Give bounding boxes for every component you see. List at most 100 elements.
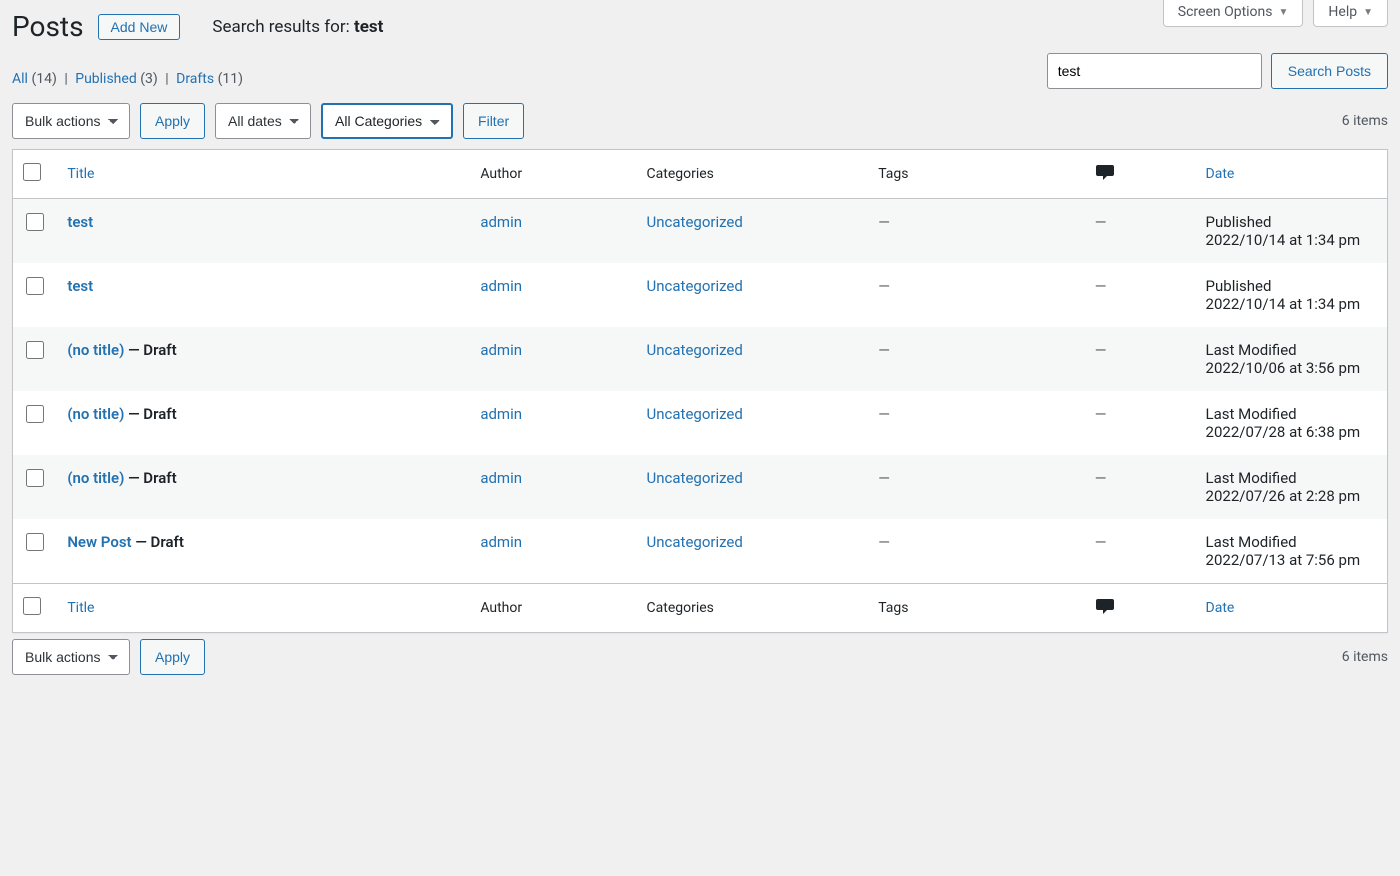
select-all-top[interactable] — [23, 163, 41, 181]
tags-value: — — [878, 341, 890, 359]
date-string: 2022/07/26 at 2:28 pm — [1206, 487, 1361, 505]
row-checkbox[interactable] — [26, 277, 44, 295]
filter-all-count: (14) — [31, 71, 56, 87]
date-status: Published — [1206, 277, 1272, 295]
post-state: Draft — [151, 533, 184, 551]
col-tags: Tags — [878, 166, 908, 182]
col-date[interactable]: Date — [1206, 166, 1235, 182]
date-string: 2022/07/13 at 7:56 pm — [1206, 551, 1361, 569]
comments-value: — — [1095, 533, 1107, 551]
post-title-link[interactable]: New Post — [67, 533, 131, 551]
category-link[interactable]: Uncategorized — [647, 405, 743, 423]
date-filter-select[interactable]: All dates — [215, 103, 311, 139]
comments-value: — — [1095, 405, 1107, 423]
date-string: 2022/10/14 at 1:34 pm — [1206, 295, 1361, 313]
search-results-subtitle: Search results for: test — [212, 17, 383, 37]
author-link[interactable]: admin — [480, 213, 522, 231]
row-checkbox[interactable] — [26, 341, 44, 359]
bulk-actions-select-bottom[interactable]: Bulk actions — [12, 639, 130, 675]
table-row: (no title) — Draft admin Uncategorized —… — [13, 327, 1387, 391]
row-checkbox[interactable] — [26, 533, 44, 551]
filter-all[interactable]: All — [12, 71, 28, 87]
filter-published[interactable]: Published — [75, 71, 136, 87]
col-categories: Categories — [647, 166, 714, 182]
table-row: (no title) — Draft admin Uncategorized —… — [13, 391, 1387, 455]
chevron-down-icon: ▼ — [1279, 7, 1289, 18]
col-date-foot[interactable]: Date — [1206, 600, 1235, 616]
filter-published-count: (3) — [140, 71, 158, 87]
author-link[interactable]: admin — [480, 341, 522, 359]
table-row: test admin Uncategorized — — Published 2… — [13, 199, 1387, 263]
post-state: Draft — [143, 405, 176, 423]
comments-value: — — [1095, 277, 1107, 295]
post-status-filters: All (14) | Published (3) | Drafts (11) — [12, 71, 243, 87]
date-status: Last Modified — [1206, 405, 1297, 423]
posts-table: Title Author Categories Tags Date test a… — [12, 149, 1388, 633]
filter-button[interactable]: Filter — [463, 103, 524, 139]
post-state: Draft — [143, 341, 176, 359]
select-all-bottom[interactable] — [23, 597, 41, 615]
post-title-link[interactable]: (no title) — [67, 405, 124, 423]
category-link[interactable]: Uncategorized — [647, 213, 743, 231]
category-link[interactable]: Uncategorized — [647, 277, 743, 295]
apply-button[interactable]: Apply — [140, 103, 205, 139]
author-link[interactable]: admin — [480, 277, 522, 295]
screen-options-tab[interactable]: Screen Options ▼ — [1163, 0, 1304, 27]
col-categories-foot: Categories — [647, 600, 714, 616]
date-string: 2022/10/14 at 1:34 pm — [1206, 231, 1361, 249]
table-row: New Post — Draft admin Uncategorized — —… — [13, 519, 1387, 583]
comments-value: — — [1095, 213, 1107, 231]
chevron-down-icon: ▼ — [1363, 7, 1373, 18]
date-status: Last Modified — [1206, 469, 1297, 487]
page-title: Posts — [12, 10, 84, 43]
table-row: test admin Uncategorized — — Published 2… — [13, 263, 1387, 327]
comments-icon — [1095, 170, 1115, 186]
date-status: Last Modified — [1206, 341, 1297, 359]
category-link[interactable]: Uncategorized — [647, 533, 743, 551]
comments-value: — — [1095, 469, 1107, 487]
col-author: Author — [480, 166, 522, 182]
row-checkbox[interactable] — [26, 213, 44, 231]
screen-options-label: Screen Options — [1178, 4, 1273, 20]
date-status: Published — [1206, 213, 1272, 231]
search-posts-button[interactable]: Search Posts — [1271, 53, 1388, 89]
filter-drafts[interactable]: Drafts — [176, 71, 214, 87]
comments-icon — [1095, 604, 1115, 620]
post-state: Draft — [143, 469, 176, 487]
date-string: 2022/10/06 at 3:56 pm — [1206, 359, 1361, 377]
bulk-actions-select[interactable]: Bulk actions — [12, 103, 130, 139]
apply-button-bottom[interactable]: Apply — [140, 639, 205, 675]
col-author-foot: Author — [480, 600, 522, 616]
tags-value: — — [878, 277, 890, 295]
date-status: Last Modified — [1206, 533, 1297, 551]
help-tab[interactable]: Help ▼ — [1313, 0, 1388, 27]
category-link[interactable]: Uncategorized — [647, 341, 743, 359]
category-filter-select[interactable]: All Categories — [321, 103, 453, 139]
col-tags-foot: Tags — [878, 600, 908, 616]
comments-value: — — [1095, 341, 1107, 359]
row-checkbox[interactable] — [26, 405, 44, 423]
help-label: Help — [1328, 4, 1357, 20]
author-link[interactable]: admin — [480, 405, 522, 423]
post-title-link[interactable]: (no title) — [67, 469, 124, 487]
search-input[interactable] — [1047, 53, 1262, 89]
items-count-top: 6 items — [1342, 113, 1388, 129]
tags-value: — — [878, 213, 890, 231]
post-title-link[interactable]: test — [67, 277, 93, 295]
items-count-bottom: 6 items — [1342, 649, 1388, 665]
table-row: (no title) — Draft admin Uncategorized —… — [13, 455, 1387, 519]
col-title[interactable]: Title — [67, 166, 94, 182]
row-checkbox[interactable] — [26, 469, 44, 487]
add-new-button[interactable]: Add New — [98, 14, 181, 40]
post-title-link[interactable]: (no title) — [67, 341, 124, 359]
author-link[interactable]: admin — [480, 469, 522, 487]
filter-drafts-count: (11) — [218, 71, 243, 87]
tags-value: — — [878, 405, 890, 423]
date-string: 2022/07/28 at 6:38 pm — [1206, 423, 1361, 441]
author-link[interactable]: admin — [480, 533, 522, 551]
tags-value: — — [878, 533, 890, 551]
post-title-link[interactable]: test — [67, 213, 93, 231]
category-link[interactable]: Uncategorized — [647, 469, 743, 487]
tags-value: — — [878, 469, 890, 487]
col-title-foot[interactable]: Title — [67, 600, 94, 616]
